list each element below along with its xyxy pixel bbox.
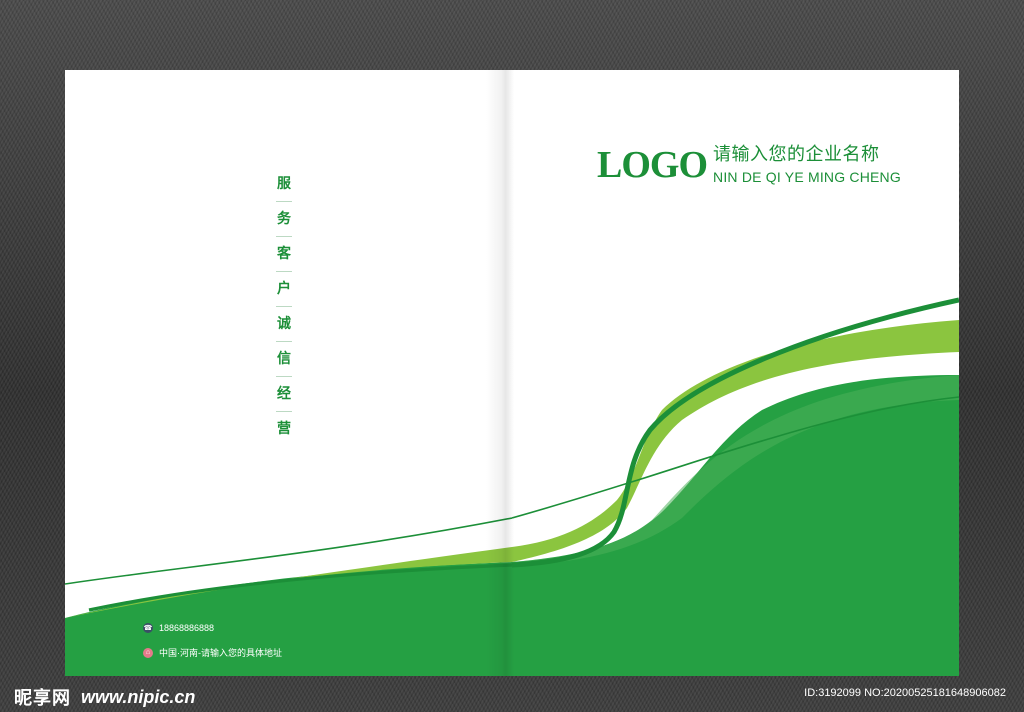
slogan-char: 务 — [277, 211, 291, 227]
slogan-char: 诚 — [277, 316, 291, 332]
slogan-char: 服 — [277, 176, 291, 192]
address-contact: ⌂ 中国·河南-请输入您的具体地址 — [143, 646, 282, 659]
phone-contact: ☎ 18868886888 — [143, 623, 214, 633]
slogan-char: 客 — [277, 246, 291, 262]
slogan-divider — [276, 271, 292, 272]
home-icon: ⌂ — [143, 647, 153, 658]
company-name-cn: 请输入您的企业名称 — [713, 144, 880, 165]
slogan-char: 经 — [277, 386, 291, 402]
watermark-logo: 昵享网 www.nipic.cn — [14, 684, 195, 710]
logo-text: LOGO — [597, 144, 708, 186]
company-name-group: 请输入您的企业名称 NIN DE QI YE MING CHENG — [713, 144, 901, 185]
phone-number: 18868886888 — [159, 623, 215, 633]
slogan-divider — [276, 201, 292, 202]
watermark-site-url: www.nipic.cn — [81, 686, 196, 707]
watermark-id: ID:3192099 NO:20200525181648906082 — [804, 687, 1006, 699]
company-name-en: NIN DE QI YE MING CHENG — [713, 169, 901, 185]
slogan-char: 户 — [277, 281, 291, 297]
slogan-divider — [276, 411, 292, 412]
slogan-divider — [276, 236, 292, 237]
watermark-site-cn: 昵享网 — [14, 688, 71, 709]
slogan-char: 信 — [277, 351, 291, 367]
slogan-divider — [276, 341, 292, 342]
slogan-char: 营 — [277, 421, 291, 437]
phone-icon: ☎ — [143, 623, 153, 633]
slogan-divider — [276, 376, 292, 377]
company-logo-block: LOGO 请输入您的企业名称 NIN DE QI YE MING CHENG — [597, 143, 901, 187]
vertical-slogan: 服 务 客 户 诚 信 经 营 — [272, 174, 296, 439]
address-text: 中国·河南-请输入您的具体地址 — [159, 648, 282, 658]
slogan-divider — [276, 306, 292, 307]
right-green-wave — [512, 375, 959, 676]
